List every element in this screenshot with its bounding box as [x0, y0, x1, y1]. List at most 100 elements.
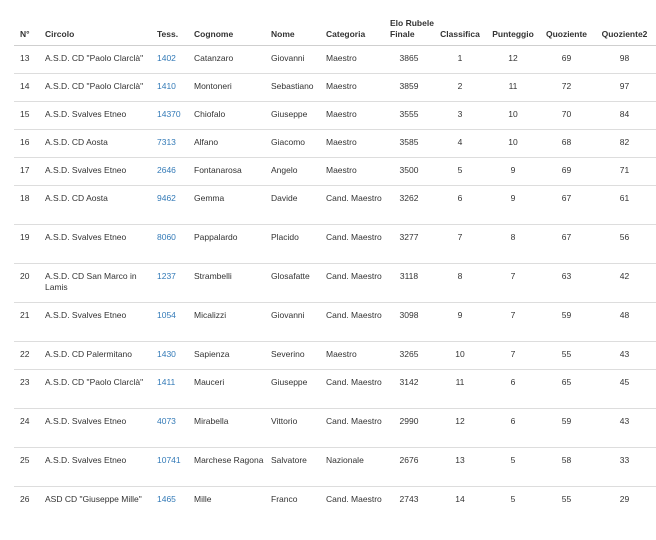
cell-elo: 3500: [384, 157, 434, 186]
cell-quoziente2: 45: [593, 369, 656, 409]
cell-nome: Giuseppe: [265, 369, 320, 409]
header-circolo[interactable]: Circolo: [39, 6, 151, 46]
cell-quoziente2: 97: [593, 73, 656, 102]
cell-quoziente: 55: [540, 486, 593, 525]
table-row: 22 A.S.D. CD Palermitano 1430 Sapienza Sever…: [14, 341, 656, 370]
cell-tess: 1402: [151, 45, 188, 74]
cell-quoziente2: 43: [593, 408, 656, 448]
cell-categoria: Maestro: [320, 341, 384, 370]
tessera-link[interactable]: 1465: [157, 494, 176, 504]
cell-tess: 7313: [151, 129, 188, 158]
header-tess[interactable]: Tess.: [151, 6, 188, 46]
cell-nome: Glosafatte: [265, 263, 320, 303]
cell-punteggio: 6: [486, 369, 540, 409]
table-row: 23 A.S.D. CD "Paolo Clarclà" 1411 Mauceri Gi…: [14, 369, 656, 409]
cell-circolo: A.S.D. Svalves Etneo: [39, 101, 151, 130]
cell-categoria: Cand. Maestro: [320, 369, 384, 409]
tessera-link[interactable]: 2646: [157, 165, 176, 175]
cell-elo: 2743: [384, 486, 434, 525]
cell-circolo: A.S.D. CD Palermitano: [39, 341, 151, 370]
tessera-link[interactable]: 1237: [157, 271, 176, 281]
header-categoria[interactable]: Categoria: [320, 6, 384, 46]
cell-nome: Sebastiano: [265, 73, 320, 102]
table-row: 25 A.S.D. Svalves Etneo 10741 Marchese Rago…: [14, 447, 656, 487]
cell-cognome: Strambelli: [188, 263, 265, 303]
tessera-link[interactable]: 1402: [157, 53, 176, 63]
tessera-link[interactable]: 14370: [157, 109, 181, 119]
header-nome[interactable]: Nome: [265, 6, 320, 46]
cell-tess: 1411: [151, 369, 188, 409]
cell-nome: Davide: [265, 185, 320, 225]
cell-cognome: Catanzaro: [188, 45, 265, 74]
cell-quoziente2: 33: [593, 447, 656, 487]
tessera-link[interactable]: 8060: [157, 232, 176, 242]
header-quoziente2[interactable]: Quoziente2: [593, 6, 656, 46]
header-cognome[interactable]: Cognome: [188, 6, 265, 46]
cell-classifica: 10: [434, 341, 486, 370]
cell-punteggio: 7: [486, 302, 540, 342]
cell-circolo: A.S.D. Svalves Etneo: [39, 302, 151, 342]
cell-circolo: A.S.D. Svalves Etneo: [39, 447, 151, 487]
cell-categoria: Maestro: [320, 157, 384, 186]
cell-categoria: Cand. Maestro: [320, 408, 384, 448]
cell-n: 15: [14, 101, 39, 130]
cell-n: 18: [14, 185, 39, 225]
cell-classifica: 12: [434, 408, 486, 448]
cell-nome: Franco: [265, 486, 320, 525]
table-row: 16 A.S.D. CD Aosta 7313 Alfano Giacomo Maestr…: [14, 129, 656, 158]
cell-n: 21: [14, 302, 39, 342]
cell-classifica: 2: [434, 73, 486, 102]
table-body: 13 A.S.D. CD "Paolo Clarclà" 1402 Catanzaro…: [14, 45, 656, 525]
cell-nome: Giovanni: [265, 45, 320, 74]
cell-n: 20: [14, 263, 39, 303]
cell-quoziente: 67: [540, 224, 593, 264]
cell-quoziente: 55: [540, 341, 593, 370]
cell-n: 17: [14, 157, 39, 186]
cell-classifica: 4: [434, 129, 486, 158]
cell-circolo: ASD CD "Giuseppe Mille": [39, 486, 151, 525]
cell-quoziente2: 42: [593, 263, 656, 303]
cell-punteggio: 10: [486, 101, 540, 130]
cell-elo: 3098: [384, 302, 434, 342]
cell-punteggio: 10: [486, 129, 540, 158]
cell-quoziente: 68: [540, 129, 593, 158]
table-header-row: N° Circolo Tess. Cognome Nome Categoria …: [14, 6, 656, 46]
cell-categoria: Cand. Maestro: [320, 302, 384, 342]
tessera-link[interactable]: 10741: [157, 455, 181, 465]
table-row: 24 A.S.D. Svalves Etneo 4073 Mirabella Vitto…: [14, 408, 656, 448]
cell-quoziente: 67: [540, 185, 593, 225]
cell-classifica: 1: [434, 45, 486, 74]
cell-categoria: Cand. Maestro: [320, 185, 384, 225]
tessera-link[interactable]: 7313: [157, 137, 176, 147]
tessera-link[interactable]: 1410: [157, 81, 176, 91]
cell-nome: Angelo: [265, 157, 320, 186]
tessera-link[interactable]: 4073: [157, 416, 176, 426]
tessera-link[interactable]: 9462: [157, 193, 176, 203]
header-quoziente[interactable]: Quoziente: [540, 6, 593, 46]
header-n[interactable]: N°: [14, 6, 39, 46]
cell-tess: 14370: [151, 101, 188, 130]
tessera-link[interactable]: 1054: [157, 310, 176, 320]
cell-quoziente2: 43: [593, 341, 656, 370]
cell-punteggio: 8: [486, 224, 540, 264]
cell-tess: 8060: [151, 224, 188, 264]
cell-categoria: Maestro: [320, 45, 384, 74]
cell-categoria: Nazionale: [320, 447, 384, 487]
cell-elo: 2990: [384, 408, 434, 448]
cell-classifica: 7: [434, 224, 486, 264]
cell-classifica: 8: [434, 263, 486, 303]
cell-quoziente: 59: [540, 302, 593, 342]
cell-quoziente2: 82: [593, 129, 656, 158]
cell-punteggio: 7: [486, 263, 540, 303]
table-row: 18 A.S.D. CD Aosta 9462 Gemma Davide Cand. Ma…: [14, 185, 656, 225]
table-row: 20 A.S.D. CD San Marco in Lamis 1237 Stramb…: [14, 263, 656, 303]
tessera-link[interactable]: 1411: [157, 377, 175, 387]
header-punteggio[interactable]: Punteggio: [486, 6, 540, 46]
cell-quoziente2: 48: [593, 302, 656, 342]
header-elo[interactable]: Elo Rubele Finale: [384, 6, 434, 46]
tessera-link[interactable]: 1430: [157, 349, 176, 359]
cell-categoria: Cand. Maestro: [320, 224, 384, 264]
header-classifica[interactable]: Classifica: [434, 6, 486, 46]
table-row: 14 A.S.D. CD "Paolo Clarclà" 1410 Montoneri…: [14, 73, 656, 102]
cell-cognome: Mauceri: [188, 369, 265, 409]
